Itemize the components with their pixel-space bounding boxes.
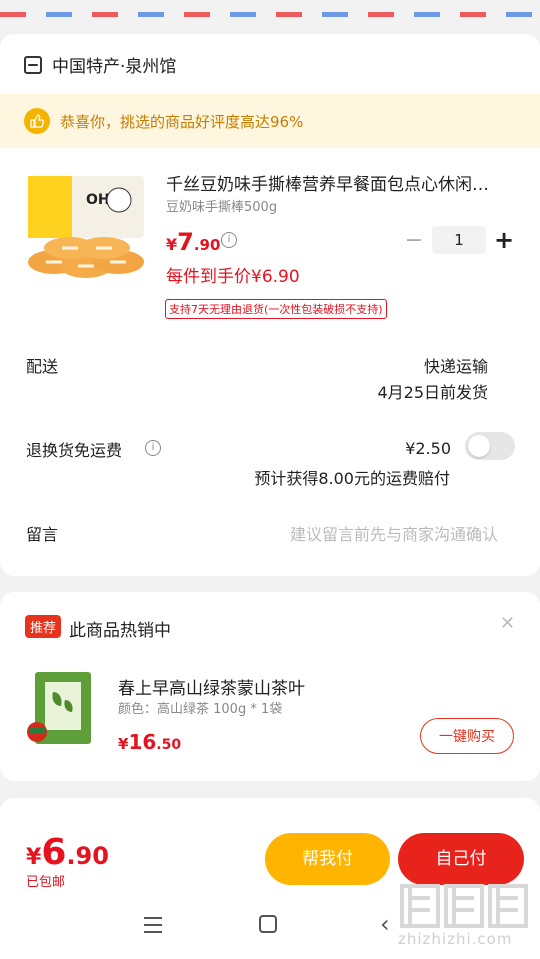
nav-menu-icon[interactable] [144, 917, 162, 938]
recommend-item-image[interactable] [25, 670, 97, 746]
quantity-input[interactable]: 1 [432, 226, 486, 254]
product-price: ¥7.90 [166, 228, 221, 256]
nav-back-icon[interactable]: ‹ [380, 910, 390, 938]
total-price: ¥6.90 [26, 832, 109, 873]
return-shipping-note: 预计获得8.00元的运费赔付 [254, 469, 450, 488]
watermark-text: zhizhizhi.com [398, 930, 513, 948]
help-me-pay-button[interactable]: 帮我付 [265, 833, 390, 885]
delivery-date: 4月25日前发货 [377, 383, 488, 402]
nav-home-icon[interactable] [259, 915, 277, 933]
pay-myself-button[interactable]: 自己付 [398, 833, 524, 885]
free-shipping-label: 已包邮 [26, 875, 66, 890]
message-label: 留言 [26, 525, 59, 544]
delivery-method[interactable]: 快递运输 [424, 353, 488, 377]
toggle-knob [468, 435, 490, 457]
thumb-up-icon [24, 108, 50, 134]
recommend-item-spec: 颜色：高山绿茶 100g * 1袋 [118, 702, 283, 717]
close-icon[interactable]: ✕ [500, 613, 515, 634]
return-shipping-price: ¥2.50 [405, 439, 451, 458]
product-spec[interactable]: 豆奶味手撕棒500g [166, 196, 277, 215]
return-shipping-toggle[interactable] [465, 432, 515, 460]
one-click-buy-button[interactable]: 一键购买 [420, 718, 514, 754]
airmail-border [0, 0, 540, 22]
delivery-label: 配送 [26, 357, 59, 376]
message-input[interactable]: 建议留言前先与商家沟通确认 [290, 521, 498, 545]
recommend-badge: 推荐 [25, 615, 62, 638]
recommend-item-name[interactable]: 春上早高山绿茶蒙山茶叶 [118, 674, 305, 699]
return-policy-tag: 支持7天无理由退货(一次性包装破损不支持) [165, 299, 387, 319]
increase-button[interactable]: + [494, 226, 514, 254]
recommend-item-price: ¥16.50 [118, 730, 182, 754]
recommend-title: 此商品热销中 [69, 621, 171, 641]
store-icon [24, 55, 42, 74]
store-header[interactable]: 中国特产·泉州馆 [24, 52, 176, 77]
price-info-icon[interactable]: i [221, 232, 237, 248]
return-shipping-label: 退换货免运费 [26, 441, 123, 460]
decrease-button[interactable]: − [404, 226, 424, 254]
product-image[interactable]: OH! [24, 170, 148, 290]
product-title[interactable]: 千丝豆奶味手撕棒营养早餐面包点心休闲… [166, 170, 516, 195]
store-name: 中国特产·泉州馆 [52, 57, 177, 77]
return-shipping-info-icon[interactable]: i [145, 440, 161, 456]
notice-text: 恭喜你，挑选的商品好评度高达96% [60, 112, 304, 131]
unit-price: 每件到手价¥6.90 [166, 267, 300, 287]
rating-notice: 恭喜你，挑选的商品好评度高达96% [0, 94, 540, 148]
quantity-stepper: − 1 + [404, 226, 514, 254]
